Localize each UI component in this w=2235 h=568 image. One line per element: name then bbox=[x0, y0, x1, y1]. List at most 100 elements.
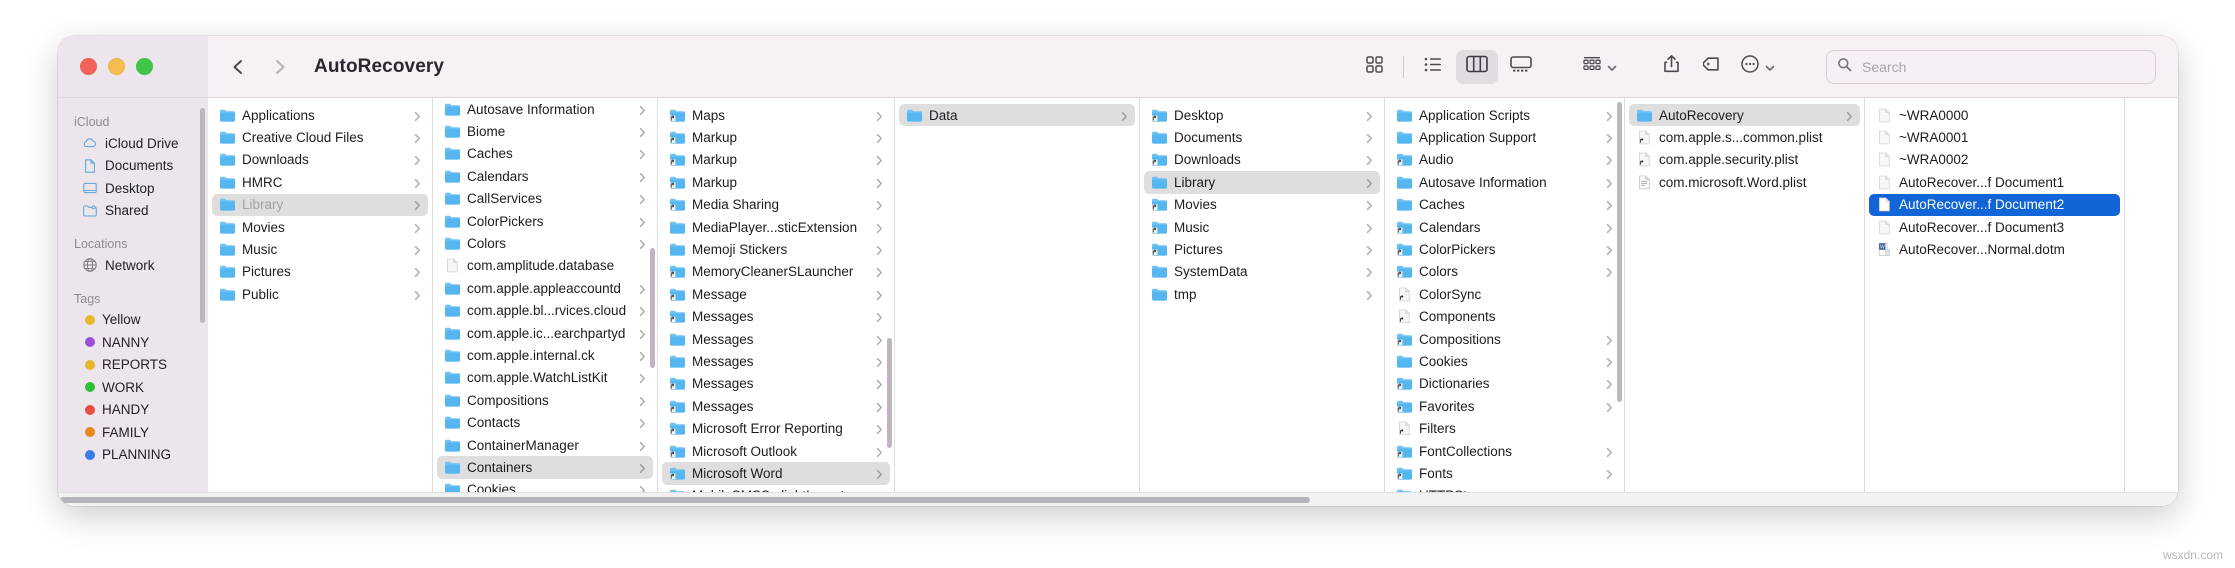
column-row[interactable]: Movies bbox=[1144, 194, 1380, 216]
column-row[interactable]: Biome bbox=[437, 120, 653, 142]
column-row[interactable]: Music bbox=[212, 238, 428, 260]
sidebar-item-reports[interactable]: REPORTS bbox=[66, 354, 200, 377]
disclosure-chevron-icon[interactable] bbox=[1604, 378, 1615, 390]
column-view-button[interactable] bbox=[1456, 49, 1498, 84]
column-row[interactable]: MemoryCleanerSLauncher bbox=[662, 261, 890, 283]
column-row[interactable]: com.apple.internal.ck bbox=[437, 344, 653, 366]
column-row[interactable]: W AutoRecover...Normal.dotm bbox=[1869, 238, 2120, 260]
icon-view-button[interactable] bbox=[1353, 50, 1395, 84]
disclosure-chevron-icon[interactable] bbox=[874, 244, 885, 256]
column-row[interactable]: ColorPickers bbox=[1389, 238, 1620, 260]
column-row[interactable]: Colors bbox=[1389, 261, 1620, 283]
column-row[interactable]: Markup bbox=[662, 126, 890, 148]
column-row[interactable]: Downloads bbox=[1144, 149, 1380, 171]
column-row[interactable]: Caches bbox=[1389, 194, 1620, 216]
disclosure-chevron-icon[interactable] bbox=[637, 171, 648, 182]
disclosure-chevron-icon[interactable] bbox=[637, 350, 648, 362]
disclosure-chevron-icon[interactable] bbox=[637, 440, 648, 451]
horizontal-scroll-thumb[interactable] bbox=[60, 497, 1310, 503]
column-row[interactable]: Messages bbox=[662, 306, 890, 328]
column-vertical-scrollbar[interactable] bbox=[649, 248, 655, 368]
sidebar-item-shared[interactable]: Shared bbox=[66, 200, 200, 223]
disclosure-chevron-icon[interactable] bbox=[874, 222, 885, 233]
column-row[interactable]: Message bbox=[662, 283, 890, 305]
disclosure-chevron-icon[interactable] bbox=[412, 132, 423, 144]
column-row[interactable]: ColorSync bbox=[1389, 283, 1620, 305]
disclosure-chevron-icon[interactable] bbox=[412, 244, 423, 256]
column-row[interactable]: Library bbox=[212, 193, 428, 216]
disclosure-chevron-icon[interactable] bbox=[637, 417, 648, 429]
disclosure-chevron-icon[interactable] bbox=[1364, 289, 1375, 300]
disclosure-chevron-icon[interactable] bbox=[874, 401, 885, 412]
column-row[interactable]: ColorPickers bbox=[437, 210, 653, 232]
sidebar-item-family[interactable]: FAMILY bbox=[66, 421, 200, 444]
column-row[interactable]: Compositions bbox=[437, 389, 653, 411]
sidebar-item-network[interactable]: Network bbox=[66, 254, 200, 277]
column-row[interactable]: Messages bbox=[662, 373, 890, 395]
disclosure-chevron-icon[interactable] bbox=[874, 199, 885, 211]
disclosure-chevron-icon[interactable] bbox=[1364, 132, 1375, 144]
disclosure-chevron-icon[interactable] bbox=[1604, 334, 1615, 345]
disclosure-chevron-icon[interactable] bbox=[1604, 199, 1615, 211]
column-row[interactable]: ~WRA0001 bbox=[1869, 126, 2120, 148]
disclosure-chevron-icon[interactable] bbox=[874, 446, 885, 457]
column-row[interactable]: HMRC bbox=[212, 171, 428, 193]
disclosure-chevron-icon[interactable] bbox=[637, 462, 648, 473]
close-window-button[interactable] bbox=[80, 58, 97, 75]
column-row[interactable]: Contacts bbox=[437, 411, 653, 433]
disclosure-chevron-icon[interactable] bbox=[1604, 468, 1615, 479]
disclosure-chevron-icon[interactable] bbox=[1604, 154, 1615, 166]
share-button[interactable] bbox=[1650, 50, 1692, 84]
sidebar-item-documents[interactable]: Documents bbox=[66, 155, 200, 178]
disclosure-chevron-icon[interactable] bbox=[1604, 222, 1615, 233]
list-view-button[interactable] bbox=[1412, 50, 1454, 84]
column-row[interactable]: Audio bbox=[1389, 149, 1620, 171]
column-row[interactable]: Markup bbox=[662, 149, 890, 171]
column-row[interactable]: Compositions bbox=[1389, 328, 1620, 350]
column-row[interactable]: Microsoft Word bbox=[662, 462, 890, 485]
disclosure-chevron-icon[interactable] bbox=[412, 154, 423, 166]
disclosure-chevron-icon[interactable] bbox=[1364, 154, 1375, 166]
column-row[interactable]: Containers bbox=[437, 456, 653, 479]
column-row[interactable]: Application Support bbox=[1389, 126, 1620, 148]
column-row[interactable]: Dictionaries bbox=[1389, 373, 1620, 395]
column-row[interactable]: Autosave Information bbox=[1389, 171, 1620, 193]
column-row[interactable]: Cookies bbox=[1389, 350, 1620, 372]
disclosure-chevron-icon[interactable] bbox=[637, 328, 648, 339]
minimize-window-button[interactable] bbox=[108, 58, 125, 75]
disclosure-chevron-icon[interactable] bbox=[1844, 110, 1855, 121]
search-input[interactable] bbox=[1860, 57, 2145, 76]
column-row[interactable]: com.amplitude.database bbox=[437, 255, 653, 277]
sidebar-item-planning[interactable]: PLANNING bbox=[66, 444, 200, 467]
column-row[interactable]: Filters bbox=[1389, 417, 1620, 439]
disclosure-chevron-icon[interactable] bbox=[637, 126, 648, 138]
sidebar-item-nanny[interactable]: NANNY bbox=[66, 331, 200, 354]
tags-button[interactable] bbox=[1692, 50, 1734, 84]
column-row[interactable]: Application Scripts bbox=[1389, 104, 1620, 126]
column-row[interactable]: Calendars bbox=[437, 165, 653, 187]
column-row[interactable]: Downloads bbox=[212, 149, 428, 171]
column-row[interactable]: Caches bbox=[437, 143, 653, 165]
disclosure-chevron-icon[interactable] bbox=[412, 222, 423, 233]
disclosure-chevron-icon[interactable] bbox=[1364, 199, 1375, 211]
column-row[interactable]: Pictures bbox=[1144, 238, 1380, 260]
column-vertical-scrollbar[interactable] bbox=[886, 338, 892, 448]
disclosure-chevron-icon[interactable] bbox=[637, 372, 648, 384]
disclosure-chevron-icon[interactable] bbox=[1364, 244, 1375, 256]
column-horizontal-scrollbar[interactable] bbox=[58, 492, 2178, 506]
disclosure-chevron-icon[interactable] bbox=[1604, 110, 1615, 121]
column-row[interactable]: Applications bbox=[212, 104, 428, 126]
disclosure-chevron-icon[interactable] bbox=[874, 132, 885, 144]
column-row[interactable]: Microsoft Outlook bbox=[662, 440, 890, 462]
column-row[interactable]: Fonts bbox=[1389, 462, 1620, 484]
column-row[interactable]: ContainerManager bbox=[437, 434, 653, 456]
column-row[interactable]: Messages bbox=[662, 395, 890, 417]
column-row[interactable]: Messages bbox=[662, 328, 890, 350]
column-row[interactable]: Favorites bbox=[1389, 395, 1620, 417]
sidebar-item-icloud-drive[interactable]: iCloud Drive bbox=[66, 132, 200, 155]
disclosure-chevron-icon[interactable] bbox=[874, 154, 885, 166]
column-row[interactable]: AutoRecover...f Document1 bbox=[1869, 171, 2120, 193]
disclosure-chevron-icon[interactable] bbox=[637, 193, 648, 205]
column-row[interactable]: Library bbox=[1144, 171, 1380, 194]
group-by-button[interactable] bbox=[1576, 50, 1624, 84]
